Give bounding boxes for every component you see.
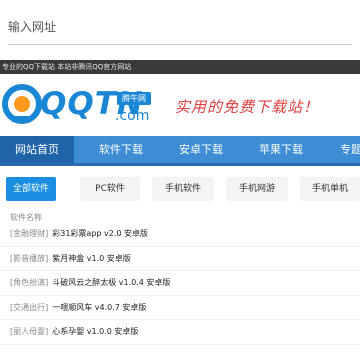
tab-mobile-online-games[interactable]: 手机网游: [226, 177, 288, 201]
list-item-category[interactable]: [金融理财]: [10, 229, 48, 238]
penguin-logo-icon[interactable]: [2, 80, 42, 128]
site-slogan: 实用的免费下载站！: [175, 98, 320, 116]
site-notice-bar: 专业的QQ下载站 本站非腾讯QQ官方网站: [0, 60, 360, 74]
site-logo-badge: 腾牛网: [117, 92, 151, 105]
tab-mobile-single-games[interactable]: 手机单机: [300, 177, 360, 201]
nav-item-software[interactable]: 软件下载: [84, 136, 158, 163]
software-list: [金融理财] 彩31彩票app v2.0 安卓版 [影音播放] 紫月神盒 v1.0 …: [0, 222, 360, 345]
list-item-title[interactable]: 斗破风云之醉太极 v1.0.4 安卓版: [52, 278, 170, 287]
list-item[interactable]: [影音播放] 紫月神盒 v1.0 安卓版: [0, 247, 360, 271]
tab-mobile-software[interactable]: 手机软件: [152, 177, 214, 201]
list-item-title[interactable]: 紫月神盒 v1.0 安卓版: [52, 254, 131, 263]
page-root: 专业的QQ下载站 本站非腾讯QQ官方网站 QQTN 腾牛网 .com 实用的免费…: [0, 0, 360, 352]
list-item[interactable]: [角色扮演] 斗破风云之醉太极 v1.0.4 安卓版: [0, 271, 360, 296]
list-item-category[interactable]: [交通出行]: [10, 303, 48, 312]
list-item-category[interactable]: [角色扮演]: [10, 278, 48, 287]
tab-pc-software[interactable]: PC软件: [80, 177, 140, 201]
list-item-title[interactable]: 一喂顺风车 v4.0.7 安卓版: [52, 303, 146, 312]
list-item[interactable]: [丽人母婴] 心系孕婴 v1.0.0 安卓版: [0, 320, 360, 345]
site-header: QQTN 腾牛网 .com 实用的免费下载站！: [0, 74, 360, 136]
list-item-category[interactable]: [丽人母婴]: [10, 327, 48, 336]
nav-item-home[interactable]: 网站首页: [0, 136, 74, 163]
list-item[interactable]: [金融理财] 彩31彩票app v2.0 安卓版: [0, 222, 360, 247]
nav-item-android[interactable]: 安卓下载: [164, 136, 238, 163]
address-bar: [0, 0, 360, 58]
nav-item-topics[interactable]: 专题: [326, 136, 360, 163]
url-input-underline: [8, 44, 352, 45]
nav-item-apple[interactable]: 苹果下载: [244, 136, 318, 163]
url-input[interactable]: [8, 12, 352, 42]
category-tabs: 全部软件 PC软件 手机软件 手机网游 手机单机: [0, 173, 360, 205]
tab-all-software[interactable]: 全部软件: [6, 177, 56, 201]
list-item[interactable]: [交通出行] 一喂顺风车 v4.0.7 安卓版: [0, 296, 360, 320]
main-nav: 网站首页 软件下载 安卓下载 苹果下载 专题: [0, 136, 360, 166]
list-item-title[interactable]: 心系孕婴 v1.0.0 安卓版: [52, 327, 138, 336]
list-item-title[interactable]: 彩31彩票app v2.0 安卓版: [52, 229, 148, 238]
site-logo-domain: .com: [115, 108, 150, 124]
list-item-category[interactable]: [影音播放]: [10, 254, 48, 263]
